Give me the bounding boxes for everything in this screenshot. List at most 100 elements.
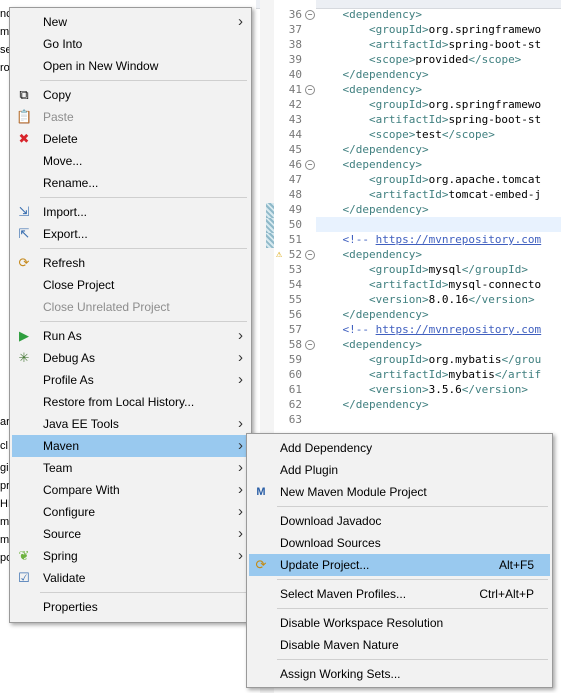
maven-item-download-javadoc[interactable]: Download Javadoc xyxy=(249,510,550,532)
submenu-arrow-icon: › xyxy=(238,415,243,432)
maven-item-update-project[interactable]: ⟳ Update Project... Alt+F5 xyxy=(249,554,550,576)
code-line: <scope>provided</scope> xyxy=(316,52,521,67)
menu-item-label: Add Plugin xyxy=(280,463,339,477)
menu-item-export[interactable]: ⇱ Export... xyxy=(12,223,249,245)
menu-item-java-ee-tools[interactable]: Java EE Tools › xyxy=(12,413,249,435)
code-token: <artifactId> xyxy=(316,38,449,51)
code-token: </dependency> xyxy=(316,203,429,216)
maven-item-disable-maven-nature[interactable]: Disable Maven Nature xyxy=(249,634,550,656)
menu-item-debug-as[interactable]: ✳ Debug As › xyxy=(12,347,249,369)
code-token: spring-boot-st xyxy=(448,113,542,126)
submenu-arrow-icon: › xyxy=(238,481,243,498)
maven-item-add-dependency[interactable]: Add Dependency xyxy=(249,437,550,459)
shortcut-label: Alt+F5 xyxy=(498,558,534,572)
code-token: <version> xyxy=(316,383,429,396)
menu-item-profile-as[interactable]: Profile As › xyxy=(12,369,249,391)
menu-item-restore-from-local-history[interactable]: Restore from Local History... xyxy=(12,391,249,413)
code-token: org.springframewo xyxy=(428,23,542,36)
menu-item-go-into[interactable]: Go Into xyxy=(12,33,249,55)
menu-item-label: Maven xyxy=(43,439,80,453)
code-line: <artifactId>spring-boot-st xyxy=(316,112,541,127)
explorer-item-fragment[interactable]: m xyxy=(0,534,9,546)
code-line: <dependency> xyxy=(316,157,421,172)
menu-separator xyxy=(277,506,548,507)
maven-item-download-sources[interactable]: Download Sources xyxy=(249,532,550,554)
line-number: 40 xyxy=(288,68,302,81)
menu-item-new[interactable]: New › xyxy=(12,11,249,33)
code-token: </dependency> xyxy=(316,398,429,411)
menu-item-compare-with[interactable]: Compare With › xyxy=(12,479,249,501)
maven-item-add-plugin[interactable]: Add Plugin xyxy=(249,459,550,481)
explorer-item-fragment[interactable]: m xyxy=(0,516,9,528)
code-token: <artifactId> xyxy=(316,278,449,291)
line-number: 50 xyxy=(288,218,302,231)
code-line: <!-- https://mvnrepository.com xyxy=(316,322,541,337)
menu-item-delete[interactable]: ✖ Delete xyxy=(12,128,249,150)
menu-item-label: Compare With xyxy=(43,483,120,497)
refresh-icon: ⟳ xyxy=(18,255,30,270)
fold-toggle-icon[interactable]: − xyxy=(305,10,315,20)
delete-icon: ✖ xyxy=(18,131,30,146)
menu-item-source[interactable]: Source › xyxy=(12,523,249,545)
code-token: org.springframewo xyxy=(428,98,542,111)
menu-item-run-as[interactable]: ▶ Run As › xyxy=(12,325,249,347)
menu-item-label: Close Unrelated Project xyxy=(43,300,170,314)
menu-item-properties[interactable]: Properties xyxy=(12,596,249,618)
menu-item-validate[interactable]: ☑ Validate xyxy=(12,567,249,589)
menu-item-move[interactable]: Move... xyxy=(12,150,249,172)
fold-toggle-icon[interactable]: − xyxy=(305,340,315,350)
menu-item-label: Import... xyxy=(43,205,88,219)
menu-separator xyxy=(277,579,548,580)
maven-item-new-maven-module-project[interactable]: M New Maven Module Project xyxy=(249,481,550,503)
export-icon: ⇱ xyxy=(18,226,30,241)
menu-item-label: Refresh xyxy=(43,256,86,270)
menu-separator xyxy=(40,248,247,249)
code-line: <version>3.5.6</version> xyxy=(316,382,528,397)
explorer-item-fragment[interactable]: gi xyxy=(0,462,9,474)
comment-link[interactable]: https://mvnrepository.com xyxy=(376,233,542,246)
menu-item-label: Java EE Tools xyxy=(43,417,119,431)
spring-leaf-icon: ❦ xyxy=(18,548,30,563)
debug-icon: ✳ xyxy=(18,350,30,365)
submenu-arrow-icon: › xyxy=(238,371,243,388)
menu-item-label: Rename... xyxy=(43,176,99,190)
code-token: spring-boot-st xyxy=(448,38,542,51)
code-token: https://mvnrepository.com xyxy=(376,323,542,336)
menu-item-label: Move... xyxy=(43,154,83,168)
code-line: <version>8.0.16</version> xyxy=(316,292,535,307)
fold-toggle-icon[interactable]: − xyxy=(305,160,315,170)
explorer-item-fragment[interactable]: m xyxy=(0,26,9,38)
menu-item-rename[interactable]: Rename... xyxy=(12,172,249,194)
line-number: 44 xyxy=(288,128,302,141)
menu-item-open-in-new-window[interactable]: Open in New Window xyxy=(12,55,249,77)
line-number: 59 xyxy=(288,353,302,366)
menu-item-team[interactable]: Team › xyxy=(12,457,249,479)
code-token: <artifactId> xyxy=(316,188,449,201)
maven-item-disable-workspace-resolution[interactable]: Disable Workspace Resolution xyxy=(249,612,550,634)
maven-item-select-maven-profiles[interactable]: Select Maven Profiles... Ctrl+Alt+P xyxy=(249,583,550,605)
menu-item-close-project[interactable]: Close Project xyxy=(12,274,249,296)
code-token: <artifactId> xyxy=(316,368,449,381)
menu-item-label: Add Dependency xyxy=(280,441,373,455)
line-number: 61 xyxy=(288,383,302,396)
check-icon: ☑ xyxy=(18,570,30,585)
menu-item-label: Validate xyxy=(43,571,86,585)
comment-link[interactable]: https://mvnrepository.com xyxy=(376,323,542,336)
explorer-item-fragment[interactable]: cl xyxy=(0,440,8,452)
fold-toggle-icon[interactable]: − xyxy=(305,85,315,95)
line-number: 37 xyxy=(288,23,302,36)
maven-module-icon: M xyxy=(256,486,266,498)
code-token: <!-- xyxy=(316,233,376,246)
menu-item-maven[interactable]: Maven › xyxy=(12,435,249,457)
submenu-arrow-icon: › xyxy=(238,349,243,366)
menu-item-refresh[interactable]: ⟳ Refresh xyxy=(12,252,249,274)
menu-item-configure[interactable]: Configure › xyxy=(12,501,249,523)
menu-item-spring[interactable]: ❦ Spring › xyxy=(12,545,249,567)
line-number: 46 xyxy=(288,158,302,171)
menu-item-copy[interactable]: ⧉ Copy xyxy=(12,84,249,106)
maven-item-assign-working-sets[interactable]: Assign Working Sets... xyxy=(249,663,550,685)
fold-toggle-icon[interactable]: − xyxy=(305,250,315,260)
menu-item-import[interactable]: ⇲ Import... xyxy=(12,201,249,223)
code-line: <groupId>org.apache.tomcat xyxy=(316,172,541,187)
code-line: <dependency> xyxy=(316,247,421,262)
